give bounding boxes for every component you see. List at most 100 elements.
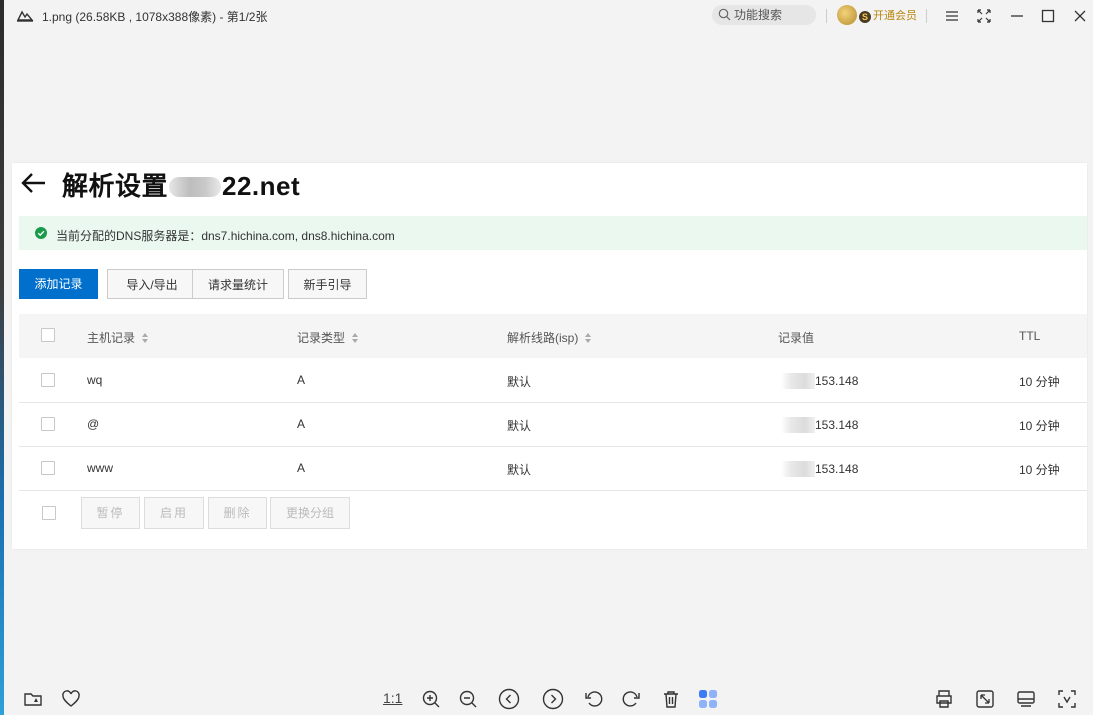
column-host[interactable]: 主机记录 (87, 329, 149, 346)
redacted-ip (781, 417, 815, 433)
rotate-right-icon (622, 691, 640, 707)
cell-line: 默认 (507, 375, 532, 389)
printer-icon (936, 690, 952, 708)
minimize-icon (1011, 15, 1023, 17)
heart-icon (62, 690, 80, 707)
back-arrow-icon[interactable] (20, 171, 48, 195)
close-button[interactable] (1070, 6, 1090, 26)
fullscreen-button[interactable] (974, 6, 994, 26)
vip-badge-icon: S (859, 11, 871, 23)
maximize-icon (1041, 9, 1055, 23)
pause-button[interactable]: 暂停 (81, 497, 140, 529)
sort-icon (142, 333, 149, 343)
next-image-button[interactable] (542, 688, 564, 710)
search-icon (718, 8, 731, 21)
chevron-left-circle-icon (498, 688, 520, 710)
fullscreen-icon (977, 9, 991, 23)
print-button[interactable] (933, 688, 955, 710)
cell-type: A (297, 417, 306, 431)
column-line[interactable]: 解析线路(isp) (507, 329, 592, 346)
previous-image-button[interactable] (498, 688, 520, 710)
expand-icon (976, 690, 994, 708)
page-title: 解析设置 22.net (62, 166, 300, 203)
cell-value: 153.148 (781, 461, 858, 477)
table-header: 主机记录 记录类型 解析线路(isp) 记录值 TTL (19, 314, 1087, 358)
user-avatar[interactable] (837, 5, 857, 25)
change-group-button[interactable]: 更换分组 (270, 497, 350, 529)
vip-button[interactable]: S 开通会员 (859, 7, 917, 23)
cell-host: wq (87, 373, 103, 387)
actual-size-button[interactable]: 1:1 (383, 690, 402, 706)
column-value: 记录值 (778, 331, 815, 345)
divider (826, 9, 827, 23)
request-stats-button[interactable]: 请求量统计 (192, 269, 284, 299)
cell-value: 153.148 (781, 373, 858, 389)
thumbnail-view-button[interactable] (697, 688, 719, 710)
column-ttl: TTL (1019, 329, 1041, 343)
feature-search[interactable]: 功能搜索 (712, 5, 816, 25)
sort-icon (585, 333, 592, 343)
image-canvas: 解析设置 22.net 当前分配的DNS服务器是：dns7.hichina.com… (12, 163, 1087, 549)
redacted-ip (781, 373, 815, 389)
cloud-image-icon (16, 10, 34, 22)
batch-select-checkbox[interactable] (42, 506, 56, 520)
maximize-button[interactable] (1038, 6, 1058, 26)
cell-host: www (87, 461, 113, 475)
menu-button[interactable] (942, 6, 962, 26)
redacted-ip (781, 461, 815, 477)
cell-line: 默认 (507, 419, 532, 433)
delete-button[interactable]: 删除 (208, 497, 267, 529)
sort-icon (352, 333, 359, 343)
cell-ttl: 10 分钟 (1019, 375, 1060, 389)
rotate-left-button[interactable] (583, 688, 605, 710)
favorite-button[interactable] (60, 688, 82, 710)
page-title-suffix: 22.net (222, 171, 301, 201)
enable-button[interactable]: 启用 (144, 497, 204, 529)
zoom-in-icon (422, 690, 440, 708)
cell-ttl: 10 分钟 (1019, 419, 1060, 433)
cell-type: A (297, 373, 306, 387)
fit-window-button[interactable] (974, 688, 996, 710)
cell-host: @ (87, 417, 100, 431)
add-record-button[interactable]: 添加记录 (19, 269, 98, 299)
grid-icon (699, 690, 717, 708)
rotate-left-icon (585, 691, 603, 707)
search-label: 功能搜索 (734, 8, 783, 22)
table-row: wq A 默认 153.148 10 分钟 (19, 358, 1087, 403)
cell-ttl: 10 分钟 (1019, 463, 1060, 477)
screenshot-button[interactable] (1056, 688, 1078, 710)
title-bar: 1.png (26.58KB , 1078x388像素) - 第1/2张 功能搜… (4, 0, 1093, 32)
minimize-button[interactable] (1007, 6, 1027, 26)
slideshow-icon (1017, 691, 1035, 707)
row-checkbox[interactable] (41, 461, 55, 475)
rotate-right-button[interactable] (620, 688, 642, 710)
row-checkbox[interactable] (41, 417, 55, 431)
delete-image-button[interactable] (660, 688, 682, 710)
beginner-guide-button[interactable]: 新手引导 (288, 269, 367, 299)
redacted-domain (169, 177, 222, 197)
table-row: @ A 默认 153.148 10 分钟 (19, 402, 1087, 447)
menu-icon (946, 11, 958, 21)
cell-value: 153.148 (781, 417, 858, 433)
zoom-out-button[interactable] (457, 688, 479, 710)
column-type[interactable]: 记录类型 (297, 329, 359, 346)
close-icon (1074, 10, 1086, 22)
select-all-checkbox[interactable] (41, 328, 55, 342)
dns-notice-text: 当前分配的DNS服务器是：dns7.hichina.com, dns8.hich… (56, 229, 395, 243)
zoom-out-icon (459, 690, 477, 708)
row-checkbox[interactable] (41, 373, 55, 387)
open-folder-button[interactable] (22, 688, 44, 710)
zoom-in-button[interactable] (420, 688, 442, 710)
cell-type: A (297, 461, 306, 475)
trash-icon (664, 691, 678, 708)
import-export-button[interactable]: 导入/导出 (107, 269, 197, 299)
check-circle-icon (35, 227, 47, 239)
divider (926, 9, 927, 23)
folder-icon (24, 693, 42, 706)
desktop-edge (0, 0, 4, 715)
chevron-right-circle-icon (542, 688, 564, 710)
cell-line: 默认 (507, 463, 532, 477)
vip-label: 开通会员 (873, 10, 917, 22)
slideshow-button[interactable] (1015, 688, 1037, 710)
window-title: 1.png (26.58KB , 1078x388像素) - 第1/2张 (42, 10, 268, 24)
